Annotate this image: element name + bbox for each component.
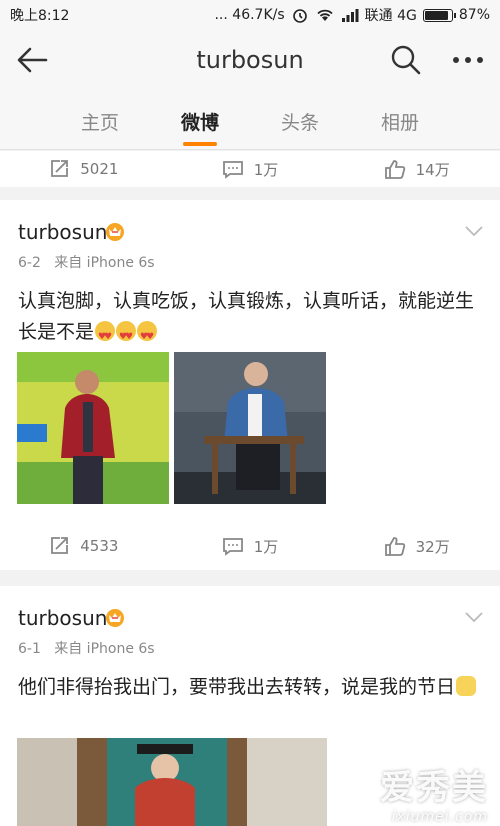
watermark-domain: ixiumei.com [391,809,488,825]
like-count: 32万 [415,537,450,556]
repost-icon [51,160,69,177]
chevron-down-icon[interactable] [464,224,484,238]
signal-icon [341,9,359,22]
post-author[interactable]: turbosun [18,220,107,244]
tab-headlines[interactable]: 头条 [270,108,330,135]
tab-album[interactable]: 相册 [370,108,430,135]
status-time: 晚上8:12 [10,8,70,24]
repost-button[interactable]: 5021 [0,151,167,187]
thumbs-up-icon [384,537,405,556]
thumbs-up-icon [384,160,405,179]
comment-button[interactable]: 1万 [167,151,334,187]
heart-eyes-emoji-icon [116,321,137,353]
prev-post-actions: 5021 1万 14万 [0,151,500,187]
search-icon[interactable] [390,44,422,76]
weibo-post: turbosun 6-2 来自 iPhone 6s 认真泡脚，认真吃饭，认真锻炼… [0,200,500,570]
chevron-down-icon[interactable] [464,610,484,624]
heart-eyes-emoji-icon [95,321,116,353]
repost-icon [51,537,69,554]
vip-crown-icon [106,609,124,627]
heart-eyes-emoji-icon [137,321,158,353]
comment-icon [222,161,243,179]
carrier-label: 联通 4G [364,8,417,24]
status-bar: 晚上8:12 ... 46.7K/s 联通 4G 87% [0,0,500,30]
post-text-block: 他们非得抬我出门，要带我出去转转，说是我的节日 [18,672,482,703]
post-source: 来自 iPhone 6s [54,255,155,271]
vip-crown-icon [106,223,124,241]
tab-weibo[interactable]: 微博 [170,108,230,135]
watermark-brand: 爱秀美 [380,768,488,808]
like-button[interactable]: 32万 [333,528,500,564]
post-text: 他们非得抬我出门，要带我出去转转，说是我的节日 [18,676,456,698]
wifi-icon [317,9,333,21]
post-author[interactable]: turbosun [18,606,107,630]
repost-count: 5021 [80,160,119,178]
comment-icon [222,538,243,556]
post-image[interactable] [17,352,169,504]
post-date: 6-2 [18,255,41,271]
comment-button[interactable]: 1万 [167,528,334,564]
post-image[interactable] [17,738,327,826]
post-meta: 6-1 来自 iPhone 6s [18,638,155,658]
post-actions: 4533 1万 32万 [0,528,500,564]
post-date: 6-1 [18,641,41,657]
alarm-icon [292,9,307,23]
repost-button[interactable]: 4533 [0,528,167,564]
comment-count: 1万 [253,160,279,179]
post-image[interactable] [174,352,326,504]
like-count: 14万 [415,160,450,179]
comment-count: 1万 [253,537,279,556]
tab-home[interactable]: 主页 [70,108,130,135]
post-source: 来自 iPhone 6s [54,641,155,657]
post-meta: 6-2 来自 iPhone 6s [18,252,155,272]
profile-tabs: 主页 微博 头条 相册 [0,90,500,150]
battery-percent: 87% [458,7,490,23]
post-text-block: 认真泡脚，认真吃饭，认真锻炼，认真听话，就能逆生长是不是 [18,286,482,353]
page-title: turbosun [196,46,304,74]
navigation-bar: turbosun [0,30,500,90]
post-text: 认真泡脚，认真吃饭，认真锻炼，认真听话，就能逆生长是不是 [18,290,475,343]
battery-icon [422,8,456,22]
network-speed: ... 46.7K/s [214,7,285,23]
active-tab-indicator [183,142,217,146]
cat-emoji-icon [456,676,477,696]
repost-count: 4533 [80,537,119,555]
like-button[interactable]: 14万 [333,151,500,187]
watermark: 爱秀美 ixiumei.com [380,760,488,825]
more-icon[interactable] [450,44,486,76]
